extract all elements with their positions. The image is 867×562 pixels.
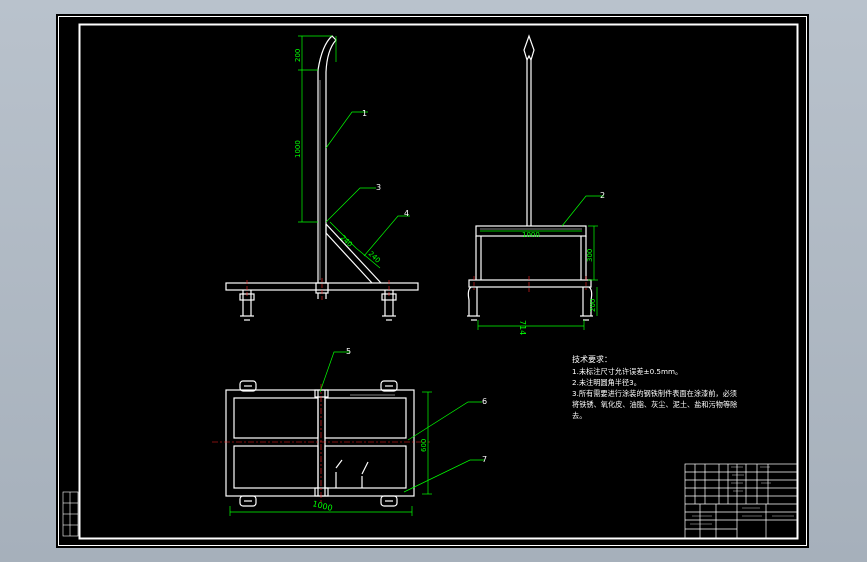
dim-front-height: 300 (586, 249, 594, 262)
balloon-3: 3 (376, 183, 381, 192)
balloon-5: 5 (346, 347, 351, 356)
dim-front-width: 1000 (522, 231, 540, 239)
dim-front-leg: 200 (589, 299, 597, 312)
notes-line-1: 1.未标注尺寸允许误差±0.5mm。 (572, 367, 682, 376)
cad-drawing-canvas: 200 1000 240 240 1 3 4 1000 300 200 714 … (56, 14, 809, 548)
balloon-4: 4 (404, 209, 409, 218)
balloon-6: 6 (482, 397, 487, 406)
notes-line-5: 去。 (572, 411, 586, 420)
drawing-sheet (56, 14, 809, 548)
notes-line-2: 2.未注明圆角半径3。 (572, 378, 641, 387)
dim-plan-depth: 600 (420, 439, 428, 452)
dim-side-top: 200 (294, 49, 302, 62)
dim-front-base: 714 (518, 320, 527, 335)
notes-line-3: 3.所有需要进行涂装的钢铁制件表面在涂漆前，必须 (572, 389, 737, 398)
balloon-7: 7 (482, 455, 487, 464)
notes-line-4: 将铁锈、氧化皮、油脂、灰尘、泥土、盐和污物等除 (572, 400, 737, 409)
balloon-2: 2 (600, 191, 605, 200)
dim-side-height: 1000 (294, 140, 302, 158)
notes-title: 技术要求： (572, 354, 612, 364)
balloon-1: 1 (362, 109, 367, 118)
